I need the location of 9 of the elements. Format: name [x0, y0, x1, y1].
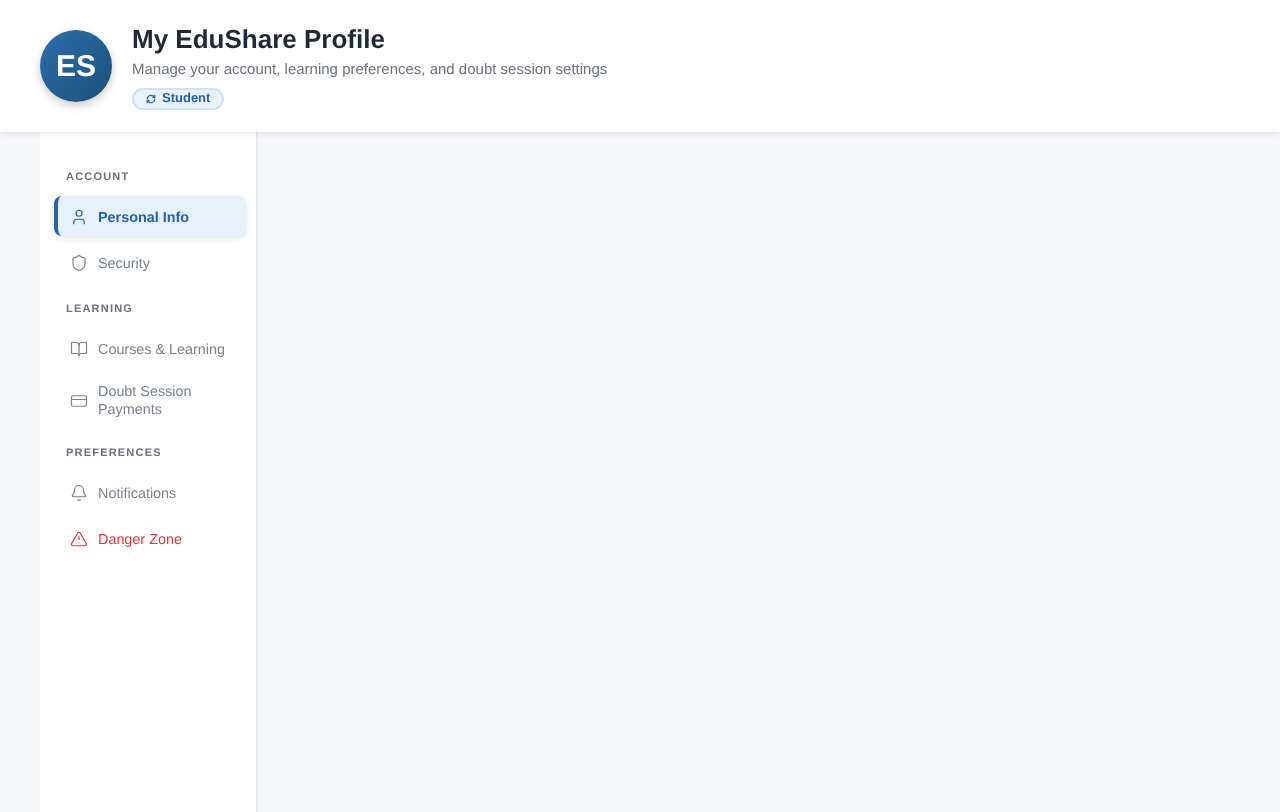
page-title: My EduShare Profile — [132, 23, 385, 53]
refresh-icon — [146, 93, 156, 103]
bell-icon — [70, 483, 88, 501]
card-icon — [70, 391, 88, 409]
user-icon — [70, 207, 88, 225]
warning-icon — [70, 529, 88, 547]
book-icon — [70, 339, 88, 357]
shield-icon — [70, 253, 88, 271]
avatar: ES — [40, 30, 112, 102]
